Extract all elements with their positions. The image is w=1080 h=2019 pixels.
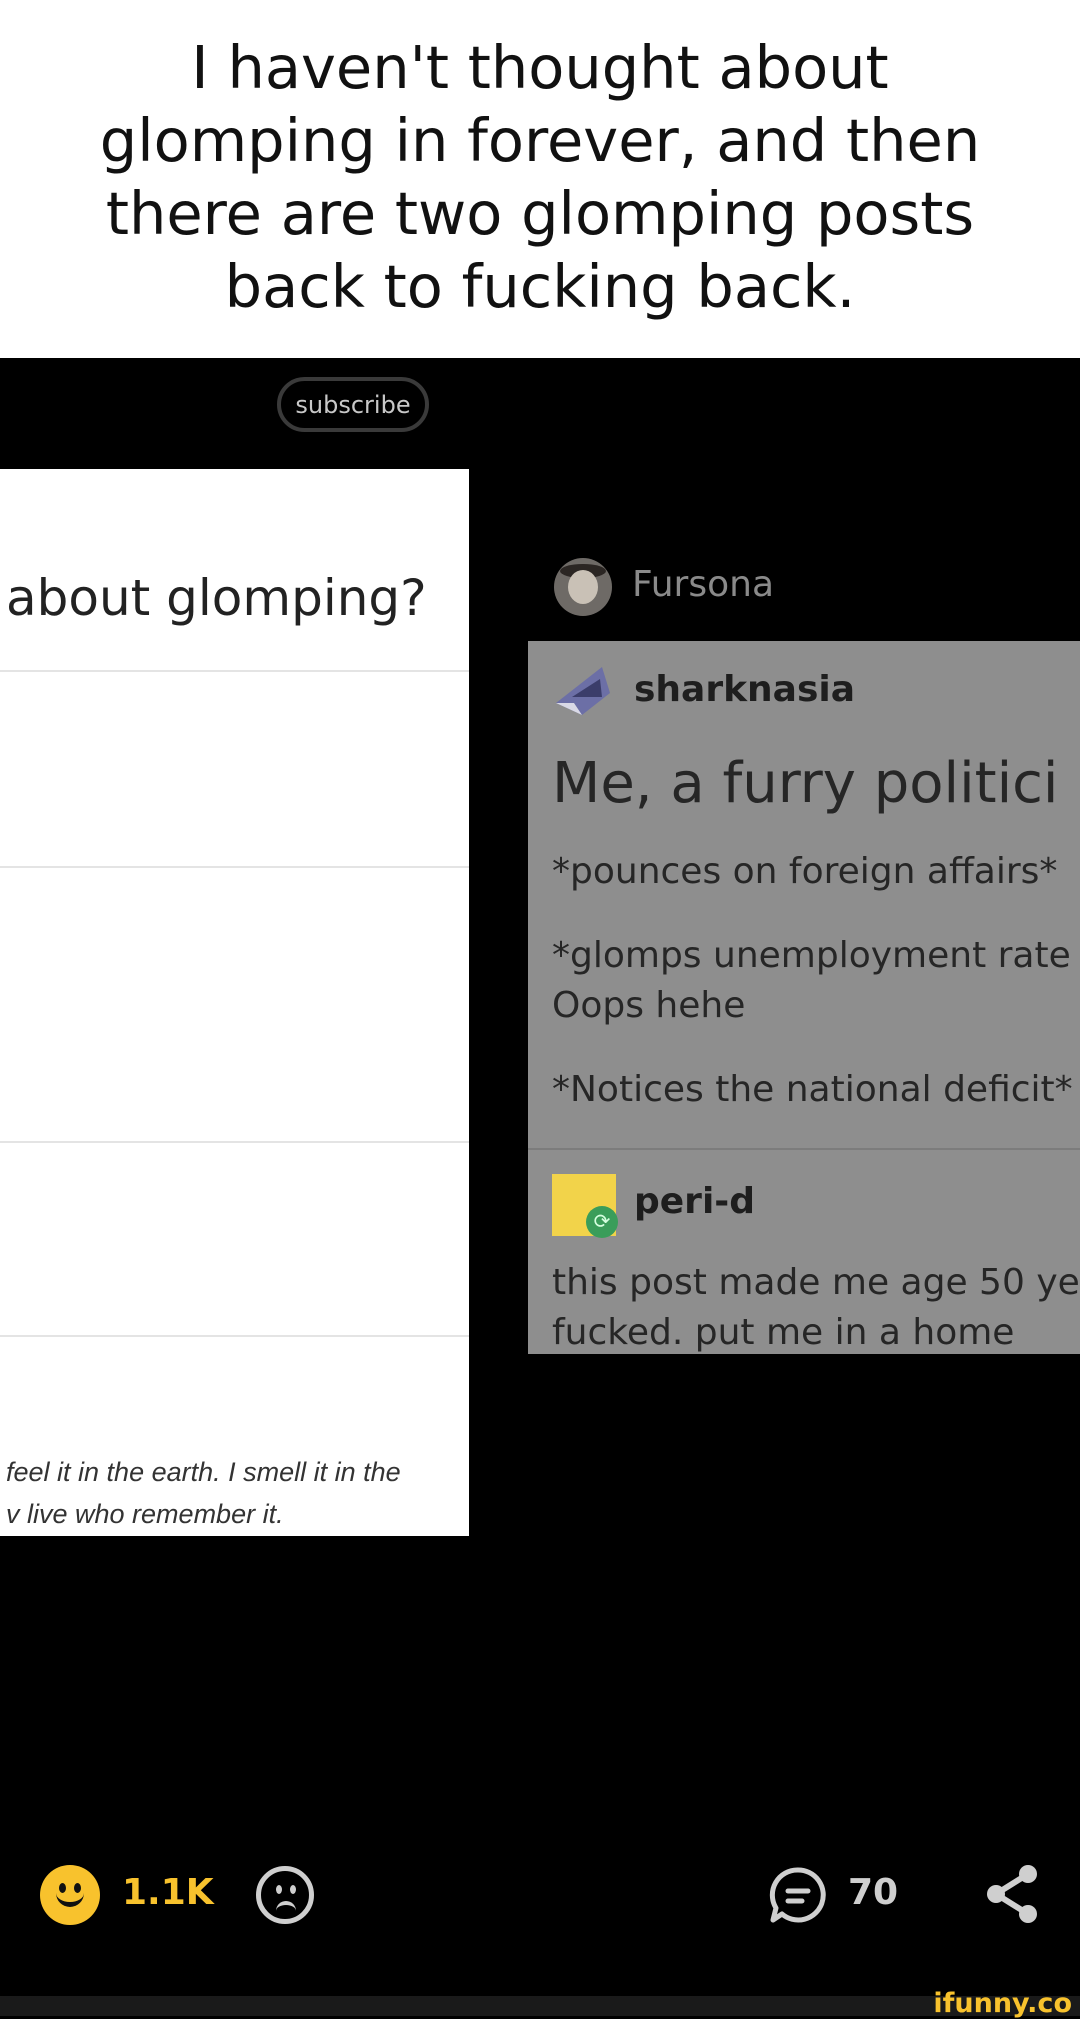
- peri-avatar-icon: ⟳: [552, 1174, 618, 1238]
- divider: [0, 1335, 469, 1337]
- username-peri-d: peri-d: [634, 1181, 755, 1222]
- post-line: Oops hehe: [552, 985, 746, 1026]
- eye-shape: [290, 1885, 296, 1894]
- head-shape: [568, 570, 598, 604]
- shark-avatar-icon: [556, 667, 610, 715]
- caption-area: I haven't thought about glomping in fore…: [0, 0, 1080, 358]
- divider: [0, 866, 469, 868]
- divider: [528, 1148, 1080, 1150]
- reblog-icon: ⟳: [586, 1206, 618, 1238]
- post-line: *glomps unemployment rate: [552, 935, 1071, 976]
- left-quote-line: v live who remember it.: [6, 1499, 284, 1529]
- smile-icon[interactable]: [40, 1865, 100, 1925]
- footer-bar: [0, 1996, 1080, 2016]
- eye-shape: [276, 1885, 282, 1894]
- left-screenshot: about glomping? feel it in the earth. I …: [0, 469, 469, 1536]
- ifunny-watermark: ifunny.co: [933, 1988, 1072, 2019]
- username-sharknasia: sharknasia: [634, 669, 856, 710]
- frown-icon[interactable]: [256, 1866, 314, 1924]
- caption-text: I haven't thought about glomping in fore…: [99, 33, 981, 321]
- comment-icon[interactable]: [768, 1865, 828, 1925]
- left-post-title: about glomping?: [6, 569, 427, 627]
- smile-count: 1.1K: [122, 1872, 214, 1913]
- share-icon[interactable]: [982, 1862, 1042, 1926]
- tumblr-post-screenshot: sharknasia Me, a furry politici *pounces…: [528, 641, 1080, 1354]
- tumblr-post-title: Me, a furry politici: [552, 751, 1059, 816]
- fursona-avatar: [554, 558, 612, 616]
- reply-line: this post made me age 50 ye: [552, 1262, 1080, 1303]
- divider: [0, 670, 469, 672]
- comment-count: 70: [848, 1872, 899, 1913]
- left-quote-line: feel it in the earth. I smell it in the: [6, 1457, 401, 1487]
- reply-line: fucked. put me in a home: [552, 1312, 1015, 1353]
- mouth-shape: [276, 1901, 296, 1911]
- divider: [0, 1141, 469, 1143]
- fursona-label: Fursona: [632, 564, 775, 605]
- post-line: *Notices the national deficit*: [552, 1069, 1073, 1110]
- subscribe-button[interactable]: subscribe: [277, 377, 429, 432]
- post-line: *pounces on foreign affairs*: [552, 851, 1058, 892]
- mouth-shape: [56, 1889, 84, 1907]
